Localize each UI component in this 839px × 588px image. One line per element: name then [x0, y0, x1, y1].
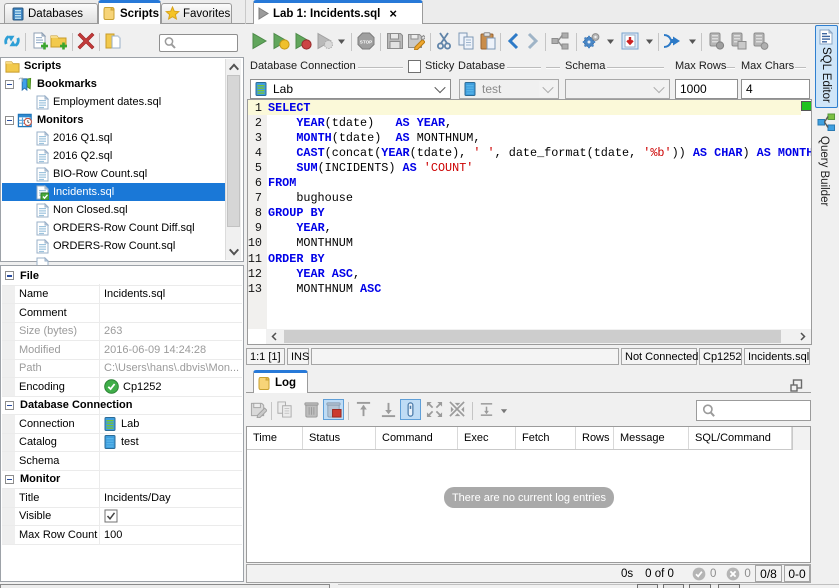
svg-text:STOP: STOP: [360, 39, 372, 44]
